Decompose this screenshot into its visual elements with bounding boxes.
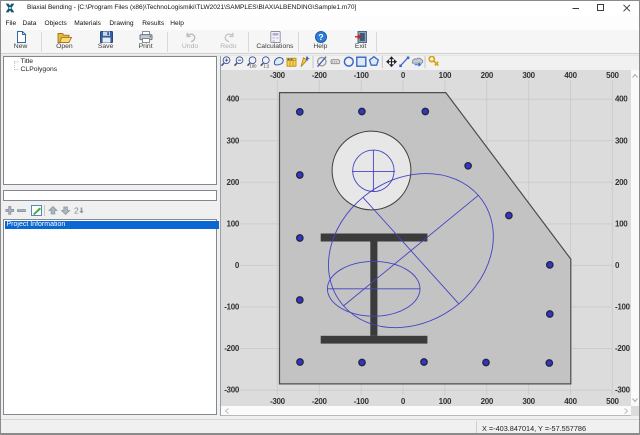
svg-text:100: 100: [249, 63, 257, 68]
svg-text:400: 400: [615, 94, 628, 103]
svg-text:-100: -100: [615, 302, 631, 311]
svg-text:?: ?: [318, 32, 323, 42]
svg-text:-300: -300: [269, 71, 285, 80]
svg-text:-100: -100: [224, 302, 240, 311]
svg-text:-100: -100: [353, 397, 369, 406]
svg-text:300: 300: [522, 71, 535, 80]
svg-text:-200: -200: [615, 344, 631, 353]
svg-text:100: 100: [438, 397, 451, 406]
svg-text:200: 200: [480, 397, 493, 406]
svg-text:500: 500: [606, 397, 619, 406]
svg-text:100: 100: [615, 219, 628, 228]
svg-text:400: 400: [564, 71, 577, 80]
svg-text:-300: -300: [224, 385, 240, 394]
svg-text:200: 200: [480, 71, 493, 80]
svg-text:200: 200: [226, 177, 239, 186]
svg-text:-100: -100: [353, 71, 369, 80]
svg-text:400: 400: [564, 397, 577, 406]
svg-text:2: 2: [74, 206, 79, 216]
svg-text:500: 500: [606, 71, 619, 80]
svg-text:-300: -300: [269, 397, 285, 406]
svg-text:200: 200: [615, 177, 628, 186]
svg-text:-300: -300: [615, 385, 631, 394]
svg-text:300: 300: [522, 397, 535, 406]
svg-text:1:2: 1:2: [263, 63, 269, 68]
svg-text:100: 100: [438, 71, 451, 80]
svg-text:-200: -200: [311, 71, 327, 80]
svg-text:400: 400: [226, 94, 239, 103]
svg-text:-200: -200: [224, 344, 240, 353]
svg-text:300: 300: [615, 136, 628, 145]
svg-text:100: 100: [226, 219, 239, 228]
svg-text:300: 300: [226, 136, 239, 145]
svg-text:-200: -200: [311, 397, 327, 406]
